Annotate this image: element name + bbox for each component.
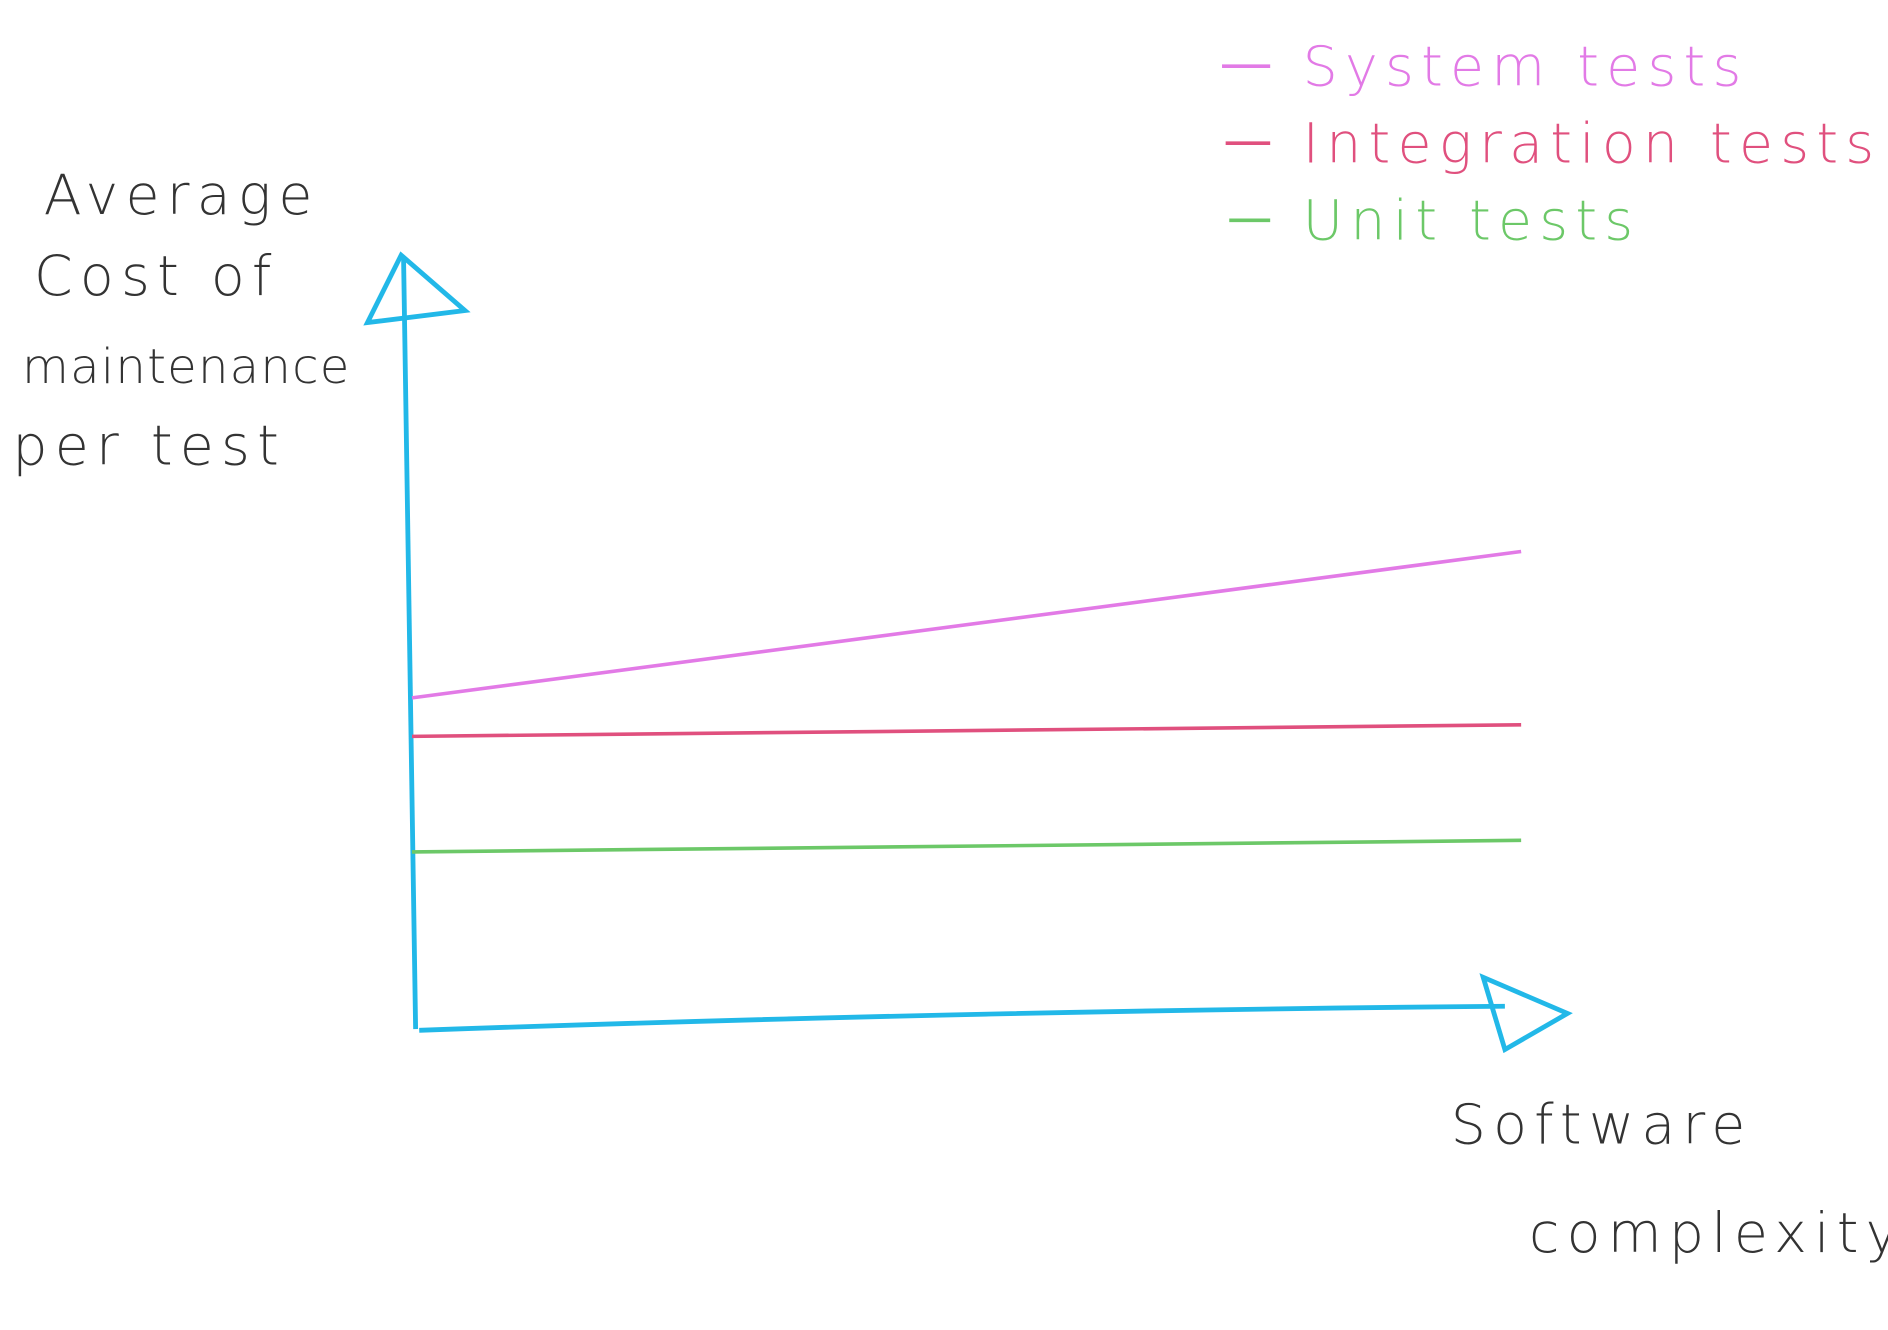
legend-label: Unit tests	[1303, 190, 1641, 254]
chart: Average Cost of maintenance per test Sof…	[12, 35, 1888, 1266]
x-axis-label-line: complexity	[1529, 1202, 1888, 1266]
x-axis-arrowhead	[1479, 973, 1573, 1054]
y-axis-label-line: per test	[12, 415, 286, 479]
x-axis	[419, 1003, 1505, 1033]
axes	[363, 251, 1573, 1054]
series-line-unit-tests	[411, 838, 1522, 854]
x-axis-label-line: Software	[1451, 1093, 1753, 1157]
legend-label: Integration tests	[1303, 112, 1882, 176]
y-axis-arrowhead	[363, 251, 471, 326]
series-line-system-tests	[411, 549, 1522, 700]
y-axis-label-line: Cost of	[34, 245, 279, 309]
legend-label: System tests	[1303, 35, 1749, 99]
series-line-integration-tests	[411, 723, 1522, 739]
y-axis	[401, 258, 419, 1030]
y-axis-label-line: Average	[44, 164, 320, 228]
y-axis-label-line: maintenance	[22, 339, 351, 395]
